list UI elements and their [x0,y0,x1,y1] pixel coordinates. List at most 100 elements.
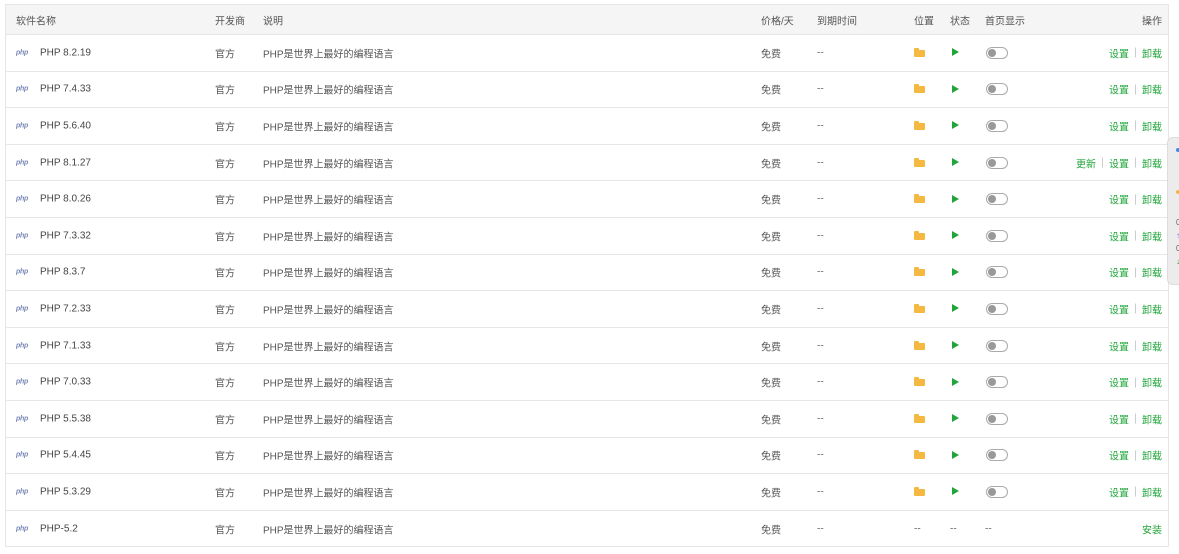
php-logo-icon: php [16,305,28,313]
home-display-toggle[interactable] [986,449,1008,462]
table-row: php PHP 7.4.33 官方 PHP是世界上最好的编程语言 免费 -- 设置 卸载 [6,72,1168,109]
settings-link[interactable]: 设置 [1109,228,1129,243]
play-icon[interactable] [952,84,959,93]
folder-icon[interactable] [914,84,925,94]
status: -- [950,523,957,535]
folder-icon[interactable] [914,340,925,350]
software-name: php PHP 5.6.40 [16,120,91,131]
folder-icon[interactable] [914,230,925,240]
software-name-text: PHP 7.2.33 [40,303,91,315]
play-icon[interactable] [952,48,959,57]
home-display-toggle[interactable] [986,46,1008,59]
uninstall-link[interactable]: 卸载 [1142,301,1162,316]
settings-link[interactable]: 设置 [1109,265,1129,280]
settings-link[interactable]: 设置 [1109,411,1129,426]
uninstall-link[interactable]: 卸载 [1142,155,1162,170]
price: 免费 [761,195,781,207]
software-name-text: PHP 7.1.33 [40,340,91,352]
home-display-toggle[interactable] [986,193,1008,206]
folder-icon[interactable] [914,267,925,277]
folder-icon[interactable] [914,450,925,460]
row-ops: 设置 卸载 [1109,118,1162,133]
row-ops: 设置 卸载 [1109,45,1162,60]
home-display-toggle[interactable] [986,376,1008,389]
folder-icon[interactable] [914,157,925,167]
home-display-toggle[interactable] [986,302,1008,315]
price: 免费 [761,378,781,390]
play-icon[interactable] [952,231,959,240]
settings-link[interactable]: 设置 [1109,82,1129,97]
home-display-toggle[interactable] [986,266,1008,279]
uninstall-link[interactable]: 卸载 [1142,484,1162,499]
settings-link[interactable]: 设置 [1109,484,1129,499]
home-display-toggle[interactable] [986,119,1008,132]
home-display-toggle[interactable] [986,412,1008,425]
op-divider [1135,47,1136,58]
settings-link[interactable]: 设置 [1109,375,1129,390]
play-icon[interactable] [952,414,959,423]
price: 免费 [761,488,781,500]
description: PHP是世界上最好的编程语言 [263,415,394,427]
folder-icon[interactable] [914,377,925,387]
home-display-toggle[interactable] [986,229,1008,242]
description: PHP是世界上最好的编程语言 [263,268,394,280]
play-icon[interactable] [952,194,959,203]
home-display-toggle[interactable] [986,156,1008,169]
settings-link[interactable]: 设置 [1109,192,1129,207]
side-float-panel[interactable]: 0 ↑ 0 ↓ [1167,137,1179,285]
update-link[interactable]: 更新 [1076,155,1096,170]
home-display-toggle[interactable] [986,339,1008,352]
uninstall-link[interactable]: 卸载 [1142,265,1162,280]
play-icon[interactable] [952,487,959,496]
expire-time: -- [817,266,824,278]
play-icon[interactable] [952,377,959,386]
uninstall-link[interactable]: 卸载 [1142,375,1162,390]
home-display-toggle[interactable] [986,83,1008,96]
header-expire: 到期时间 [817,16,857,27]
uninstall-link[interactable]: 卸载 [1142,192,1162,207]
settings-link[interactable]: 设置 [1109,118,1129,133]
play-icon[interactable] [952,121,959,130]
settings-link[interactable]: 设置 [1109,301,1129,316]
play-icon[interactable] [952,267,959,276]
play-icon[interactable] [952,304,959,313]
price: 免费 [761,342,781,354]
row-ops: 设置 卸载 [1109,192,1162,207]
op-divider [1135,120,1136,131]
folder-icon[interactable] [914,120,925,130]
software-name: php PHP 7.0.33 [16,377,91,388]
install-link[interactable]: 安装 [1142,521,1162,536]
uninstall-link[interactable]: 卸载 [1142,448,1162,463]
play-icon[interactable] [952,450,959,459]
op-divider [1135,340,1136,351]
uninstall-link[interactable]: 卸载 [1142,411,1162,426]
uninstall-link[interactable]: 卸载 [1142,118,1162,133]
play-icon[interactable] [952,341,959,350]
uninstall-link[interactable]: 卸载 [1142,45,1162,60]
play-icon[interactable] [952,158,959,167]
row-ops: 设置 卸载 [1109,411,1162,426]
settings-link[interactable]: 设置 [1109,155,1129,170]
developer: 官方 [215,451,235,463]
developer: 官方 [215,525,235,537]
folder-icon[interactable] [914,486,925,496]
op-divider [1135,230,1136,241]
folder-icon[interactable] [914,47,925,57]
home-display-toggle[interactable] [986,485,1008,498]
expire-time: -- [817,523,824,535]
settings-link[interactable]: 设置 [1109,448,1129,463]
uninstall-link[interactable]: 卸载 [1142,338,1162,353]
op-divider [1135,303,1136,314]
settings-link[interactable]: 设置 [1109,338,1129,353]
table-row: php PHP 5.3.29 官方 PHP是世界上最好的编程语言 免费 -- 设置 卸载 [6,474,1168,511]
folder-icon[interactable] [914,194,925,204]
developer: 官方 [215,85,235,97]
folder-icon[interactable] [914,413,925,423]
uninstall-link[interactable]: 卸载 [1142,228,1162,243]
folder-icon[interactable] [914,303,925,313]
table-row: php PHP 5.5.38 官方 PHP是世界上最好的编程语言 免费 -- 设置 卸载 [6,401,1168,438]
settings-link[interactable]: 设置 [1109,45,1129,60]
uninstall-link[interactable]: 卸载 [1142,82,1162,97]
table-row: php PHP 5.6.40 官方 PHP是世界上最好的编程语言 免费 -- 设置 卸载 [6,108,1168,145]
price: 免费 [761,451,781,463]
